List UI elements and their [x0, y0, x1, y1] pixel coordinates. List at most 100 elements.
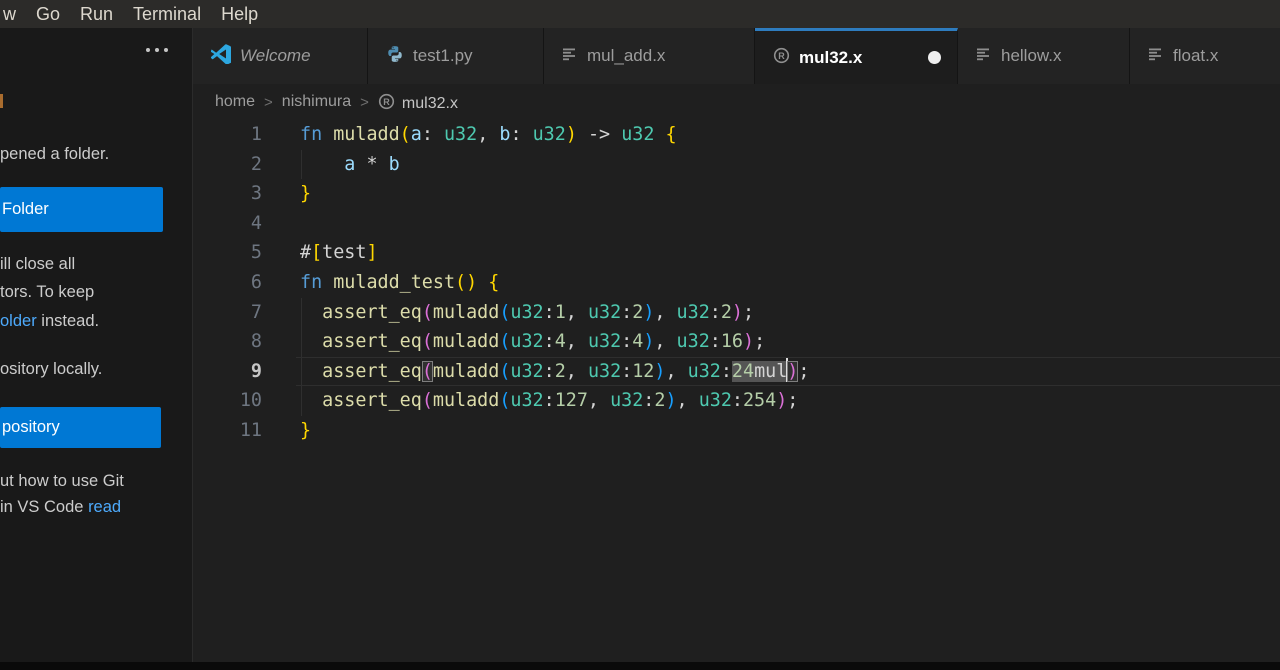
sidebar-text-close-1: ill close all: [0, 255, 76, 273]
code-line[interactable]: 4: [193, 209, 1280, 239]
code-token: :: [731, 390, 743, 412]
sidebar-text-git-1: ut how to use Git: [0, 472, 124, 490]
tab-label: Welcome: [240, 46, 311, 65]
tab-float.x[interactable]: float.x: [1130, 28, 1280, 84]
code-line-content: }: [296, 179, 1280, 209]
code-token: u32: [621, 124, 655, 145]
code-line[interactable]: 1 fn muladd(a: u32, b: u32) -> u32 {: [193, 120, 1280, 150]
code-token: u32: [587, 331, 622, 353]
code-token: ): [565, 124, 577, 145]
sidebar-text-close-3: older instead.: [0, 312, 99, 331]
code-token: ): [731, 301, 743, 323]
chevron-right-icon: >: [264, 93, 273, 111]
tab-mul_add.x[interactable]: mul_add.x: [544, 28, 755, 84]
breadcrumb-item-home[interactable]: home: [215, 93, 255, 111]
menu-item-go[interactable]: Go: [26, 0, 70, 28]
code-token: :: [543, 390, 555, 412]
tab-Welcome[interactable]: Welcome: [193, 28, 368, 84]
tab-test1.py[interactable]: test1.py: [368, 28, 544, 84]
code-token: assert_eq: [322, 390, 422, 412]
clipped-glyph: [0, 94, 3, 108]
code-line[interactable]: 9 assert_eq(muladd(u32:2, u32:12), u32:2…: [193, 356, 1280, 387]
code-token: ;: [798, 360, 810, 382]
line-number: 3: [250, 183, 262, 205]
menu-item-terminal[interactable]: Terminal: [123, 0, 211, 28]
open-folder-button[interactable]: Folder: [0, 187, 163, 232]
code-editor[interactable]: 1 fn muladd(a: u32, b: u32) -> u32 {2 a *…: [193, 120, 1280, 446]
window-bottom-edge: [0, 662, 1280, 670]
code-token: 2: [720, 301, 732, 323]
menu-item-run[interactable]: Run: [70, 0, 123, 28]
code-token: :: [543, 301, 555, 323]
breadcrumb-item-nishimura[interactable]: nishimura: [282, 93, 351, 111]
code-line[interactable]: 8 assert_eq(muladd(u32:4, u32:4), u32:16…: [193, 327, 1280, 357]
code-line-content: assert_eq(muladd(u32:1, u32:2), u32:2);: [296, 297, 1280, 328]
code-token: (: [421, 301, 433, 323]
code-token: (: [499, 331, 511, 353]
code-token: ,: [654, 331, 677, 353]
code-token: 24: [731, 360, 755, 382]
code-line[interactable]: 2 a * b: [193, 149, 1280, 180]
tab-label: hellow.x: [1001, 46, 1062, 65]
code-line[interactable]: 3}: [193, 179, 1280, 209]
code-token: {: [665, 124, 677, 145]
code-token: (: [499, 301, 511, 323]
code-line-content: [296, 209, 1280, 239]
code-token: (: [499, 360, 511, 382]
add-folder-link[interactable]: older: [0, 312, 37, 330]
svg-text:R: R: [383, 97, 390, 107]
menu-item-help[interactable]: Help: [211, 0, 268, 28]
code-line-content: }: [296, 416, 1280, 446]
code-token: (): [455, 271, 478, 293]
code-token: u32: [676, 331, 710, 353]
code-token: :: [709, 331, 721, 353]
code-token: b: [388, 153, 400, 175]
breadcrumb-item-mul32.x[interactable]: Rmul32.x: [378, 91, 458, 113]
code-token: ): [787, 360, 799, 382]
code-token: :: [643, 390, 655, 412]
code-token: muladd: [432, 331, 500, 353]
code-line-content: fn muladd_test() {: [296, 268, 1280, 298]
code-line[interactable]: 11}: [193, 416, 1280, 446]
code-token: :: [421, 124, 444, 145]
code-token: 2: [632, 301, 644, 323]
tab-label: mul32.x: [799, 47, 863, 67]
clone-repository-button[interactable]: pository: [0, 407, 161, 448]
code-token: ): [743, 331, 755, 353]
code-token: u32: [676, 301, 710, 323]
code-token: u32: [443, 124, 478, 145]
code-token: (: [499, 390, 511, 412]
code-token: ,: [676, 390, 699, 412]
code-token: ): [643, 301, 655, 323]
more-actions-icon[interactable]: [146, 48, 168, 52]
code-line[interactable]: 5 #[test]: [193, 238, 1280, 268]
tab-hellow.x[interactable]: hellow.x: [958, 28, 1130, 84]
code-token: 2: [554, 360, 566, 382]
code-line[interactable]: 6 fn muladd_test() {: [193, 268, 1280, 298]
line-number: 10: [239, 390, 262, 412]
code-token: ): [665, 390, 677, 412]
modified-dot-icon[interactable]: [928, 51, 941, 64]
line-number: 6: [250, 271, 262, 293]
file-lines-icon: [1148, 46, 1164, 67]
code-line-content: a * b: [296, 149, 1280, 180]
code-token: ): [776, 390, 788, 412]
line-number: 4: [250, 212, 262, 234]
code-line[interactable]: 10 assert_eq(muladd(u32:127, u32:2), u32…: [193, 386, 1280, 416]
code-token: u32: [510, 331, 544, 353]
code-line[interactable]: 7 assert_eq(muladd(u32:1, u32:2), u32:2)…: [193, 297, 1280, 328]
tab-mul32.x[interactable]: Rmul32.x: [755, 28, 958, 84]
code-token: :: [720, 360, 732, 382]
menu-item-w[interactable]: w: [0, 0, 26, 28]
read-docs-link[interactable]: read: [88, 498, 121, 516]
sidebar-explorer: pened a folder. Folder ill close all tor…: [0, 28, 193, 662]
code-token: :: [543, 360, 555, 382]
sidebar-text-clone: ository locally.: [0, 360, 103, 378]
code-token: (: [421, 360, 433, 382]
code-token: u32: [532, 124, 566, 145]
line-number: 9: [250, 360, 262, 382]
